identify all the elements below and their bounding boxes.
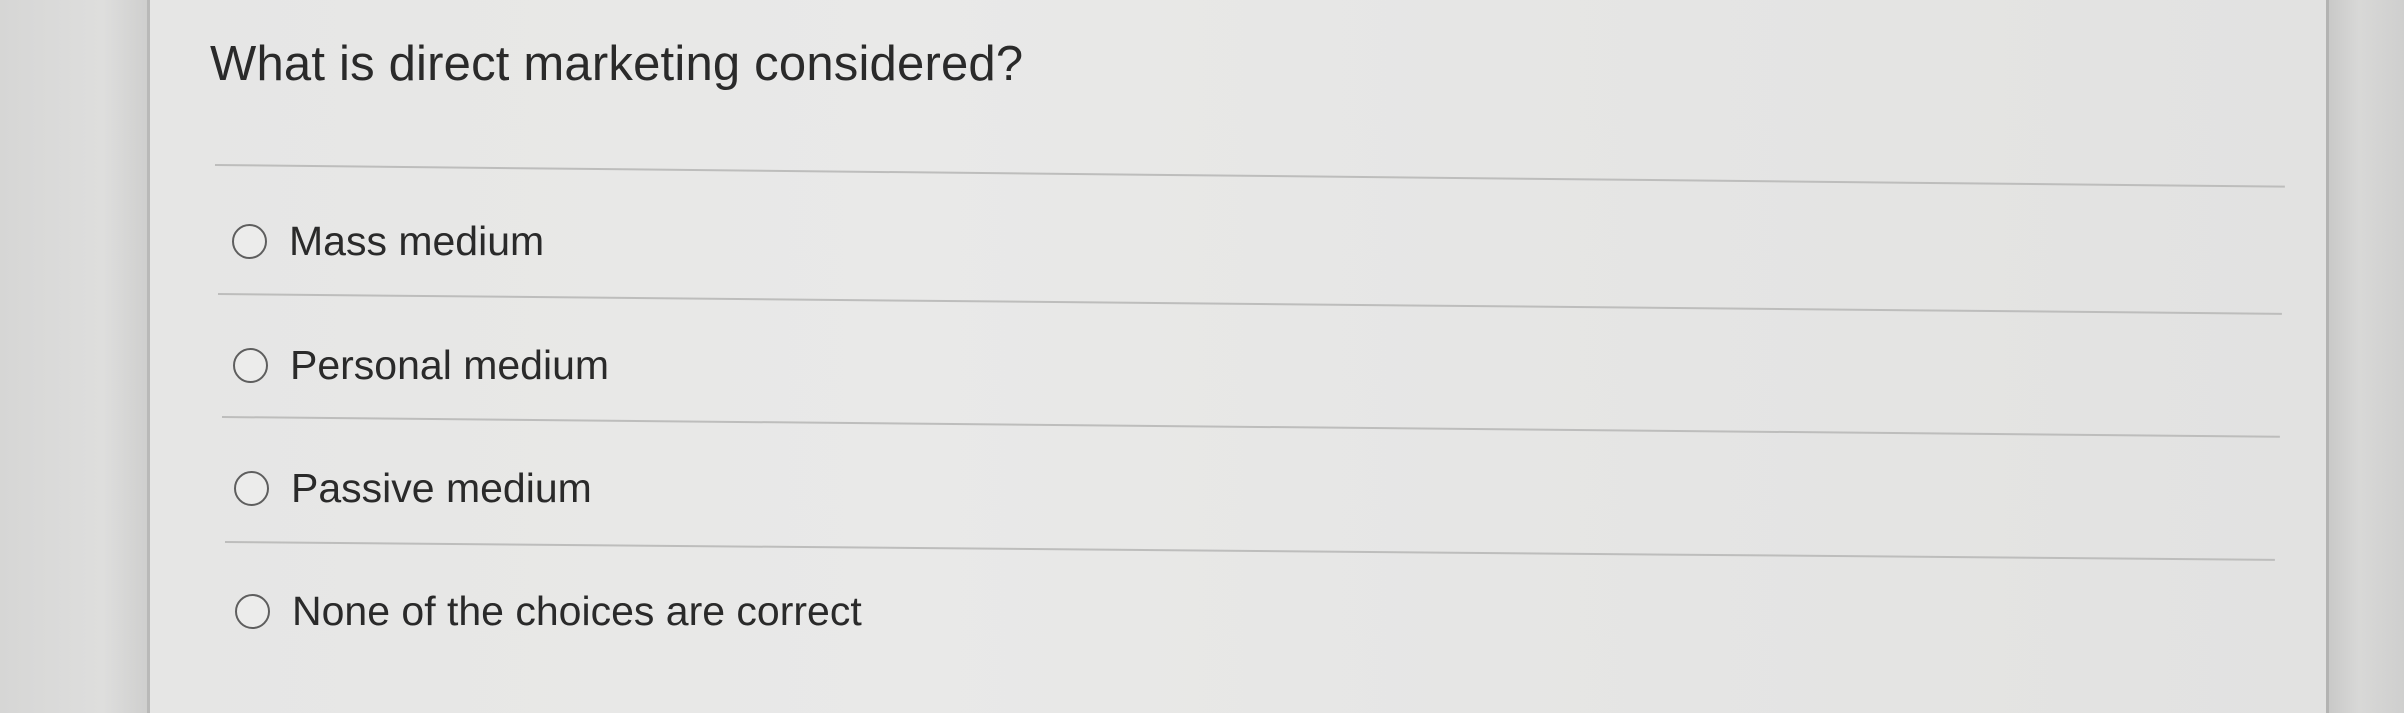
option-none-correct[interactable]: None of the choices are correct <box>235 588 862 635</box>
left-background <box>0 0 150 713</box>
radio-button[interactable] <box>232 224 267 259</box>
radio-button[interactable] <box>234 471 269 506</box>
radio-button[interactable] <box>235 594 270 629</box>
divider <box>224 541 2275 561</box>
right-background <box>2326 0 2404 713</box>
option-personal-medium[interactable]: Personal medium <box>233 342 609 389</box>
radio-button[interactable] <box>233 348 268 383</box>
option-label: Personal medium <box>290 342 610 388</box>
divider <box>214 164 2285 188</box>
option-label: Mass medium <box>289 218 545 264</box>
option-passive-medium[interactable]: Passive medium <box>234 465 592 512</box>
option-mass-medium[interactable]: Mass medium <box>232 218 544 265</box>
divider <box>221 416 2280 438</box>
divider <box>217 293 2282 315</box>
question-text: What is direct marketing considered? <box>210 37 1024 91</box>
option-label: Passive medium <box>291 465 592 511</box>
question-panel: What is direct marketing considered? Mas… <box>150 0 2326 713</box>
option-label: None of the choices are correct <box>292 588 862 634</box>
